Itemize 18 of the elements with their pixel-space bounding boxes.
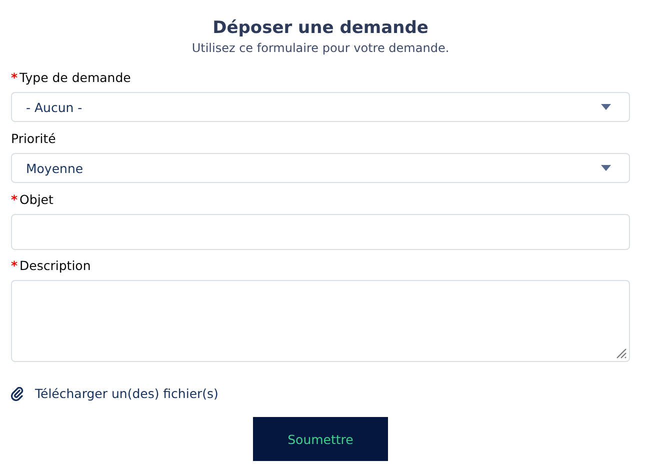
- upload-files-link[interactable]: Télécharger un(des) fichier(s): [35, 386, 218, 401]
- field-label: Objet: [20, 192, 54, 208]
- dropdown[interactable]: - Aucun -: [11, 92, 630, 122]
- field-label: Description: [20, 258, 91, 274]
- submit-button[interactable]: Soumettre: [253, 417, 388, 461]
- resize-handle-icon[interactable]: [616, 348, 627, 359]
- caret-icon: [601, 165, 611, 171]
- required-asterisk: *: [11, 70, 18, 86]
- field-label: Type de demande: [20, 70, 131, 86]
- dropdown[interactable]: Moyenne: [11, 153, 630, 183]
- form-subtitle: Utilisez ce formulaire pour votre demande.: [190, 40, 450, 56]
- text-field[interactable]: [11, 214, 630, 250]
- field-label: Priorité: [11, 131, 56, 147]
- required-asterisk: *: [11, 258, 18, 274]
- form-title: Déposer une demande: [212, 17, 430, 40]
- required-asterisk: *: [11, 192, 18, 208]
- paperclip-icon: [11, 386, 25, 400]
- caret-icon: [601, 104, 611, 110]
